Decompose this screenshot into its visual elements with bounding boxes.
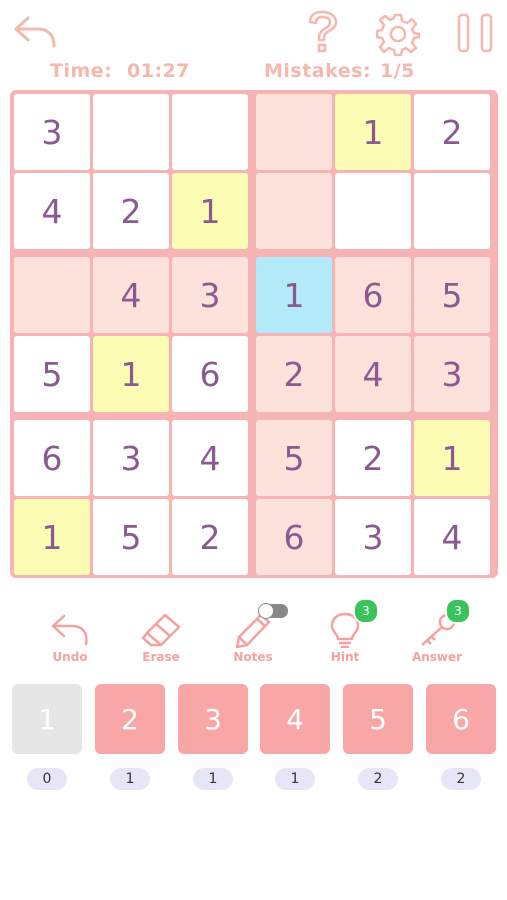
back-arrow-icon: [14, 16, 56, 48]
board-cell[interactable]: 5: [414, 257, 490, 333]
mistakes-value: 1/5: [380, 60, 415, 82]
number-key-4[interactable]: 4: [260, 684, 330, 754]
board-cell[interactable]: [256, 173, 332, 249]
board-cell[interactable]: 6: [256, 499, 332, 575]
board-cell[interactable]: 5: [256, 420, 332, 496]
board-cell[interactable]: 1: [414, 420, 490, 496]
number-count-6: 2: [441, 768, 481, 790]
board-cell[interactable]: 2: [335, 420, 411, 496]
help-button[interactable]: [304, 10, 340, 54]
board-cell[interactable]: 6: [335, 257, 411, 333]
hint-count-badge: 3: [353, 598, 379, 624]
board-cell[interactable]: 2: [256, 336, 332, 412]
board-cell[interactable]: 4: [14, 173, 90, 249]
board-cell[interactable]: [335, 173, 411, 249]
notes-toggle-knob: [258, 603, 274, 619]
answer-label: Answer: [411, 650, 463, 664]
board-cell[interactable]: 4: [414, 499, 490, 575]
undo-label: Undo: [52, 650, 88, 664]
number-count-3: 1: [193, 768, 233, 790]
time-label: Time:: [50, 60, 113, 82]
board-cell[interactable]: 4: [172, 420, 248, 496]
undo-button[interactable]: Undo: [30, 612, 110, 664]
number-key-1[interactable]: 1: [12, 684, 82, 754]
board-cell[interactable]: [14, 257, 90, 333]
board-cell[interactable]: 5: [14, 336, 90, 412]
board-cell[interactable]: 2: [172, 499, 248, 575]
erase-label: Erase: [142, 650, 180, 664]
board-cell[interactable]: 4: [335, 336, 411, 412]
board-cell[interactable]: 4: [93, 257, 169, 333]
board-cell[interactable]: [256, 94, 332, 170]
board-cell[interactable]: 3: [93, 420, 169, 496]
time-value: 01:27: [127, 60, 190, 82]
board-cell[interactable]: 1: [172, 173, 248, 249]
board-cell[interactable]: [172, 94, 248, 170]
settings-button[interactable]: [376, 12, 420, 56]
notes-button[interactable]: Notes: [213, 612, 293, 664]
notes-label: Notes: [233, 650, 273, 664]
hint-label: Hint: [330, 650, 360, 664]
pause-icon: [457, 13, 493, 53]
number-key-5[interactable]: 5: [343, 684, 413, 754]
board-cell[interactable]: 1: [256, 257, 332, 333]
answer-count-badge: 3: [445, 598, 471, 624]
board-cell[interactable]: 1: [93, 336, 169, 412]
undo-arrow-icon: [51, 614, 88, 646]
number-key-6[interactable]: 6: [426, 684, 496, 754]
number-count-2: 1: [110, 768, 150, 790]
board-cell[interactable]: 1: [14, 499, 90, 575]
board-cell[interactable]: 3: [172, 257, 248, 333]
sudoku-board: 31242143165516243634521152634: [10, 90, 498, 578]
pause-button[interactable]: [456, 12, 494, 54]
notes-toggle[interactable]: [258, 603, 288, 619]
board-cell[interactable]: 1: [335, 94, 411, 170]
number-count-5: 2: [358, 768, 398, 790]
number-count-4: 1: [275, 768, 315, 790]
erase-button[interactable]: Erase: [121, 612, 201, 664]
board-cell[interactable]: 2: [414, 94, 490, 170]
help-question-icon: [308, 10, 338, 53]
number-count-1: 0: [27, 768, 67, 790]
board-cell[interactable]: 3: [335, 499, 411, 575]
mistakes-label: Mistakes:: [264, 60, 372, 82]
board-cell[interactable]: 3: [14, 94, 90, 170]
board-cell[interactable]: [414, 173, 490, 249]
board-cell[interactable]: 2: [93, 173, 169, 249]
board-cell[interactable]: 5: [93, 499, 169, 575]
gear-icon: [376, 13, 420, 56]
number-key-2[interactable]: 2: [95, 684, 165, 754]
eraser-icon: [141, 613, 181, 647]
number-key-3[interactable]: 3: [178, 684, 248, 754]
board-cell[interactable]: 6: [14, 420, 90, 496]
board-cell[interactable]: [93, 94, 169, 170]
back-button[interactable]: [12, 14, 58, 50]
board-cell[interactable]: 6: [172, 336, 248, 412]
board-cell[interactable]: 3: [414, 336, 490, 412]
